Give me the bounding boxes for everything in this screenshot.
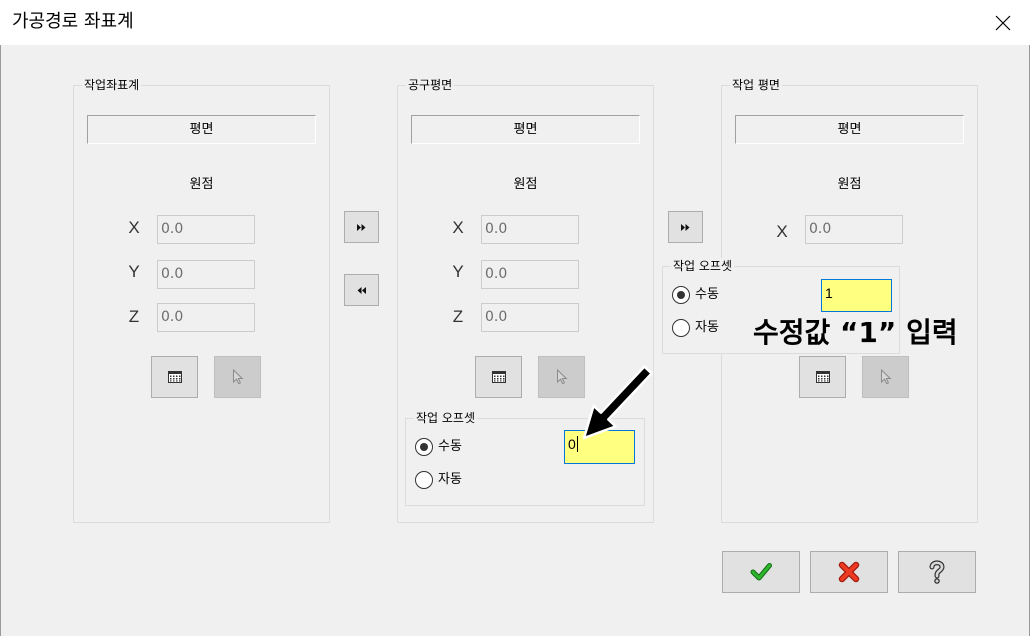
auto-radio-label[interactable]: 자동 bbox=[438, 471, 462, 489]
arrow-pointer-icon bbox=[582, 365, 653, 440]
origin-y-field[interactable]: 0.0 bbox=[157, 260, 255, 289]
plane-header: 평면 bbox=[735, 115, 964, 144]
work-offset-label: 작업 오프셋 bbox=[671, 258, 735, 274]
help-icon bbox=[929, 560, 945, 584]
y-axis-label: Y bbox=[452, 262, 464, 281]
checkmark-icon bbox=[750, 563, 772, 581]
table-grid-icon bbox=[815, 371, 830, 383]
plane-list-button[interactable] bbox=[475, 356, 522, 398]
pointer-icon bbox=[556, 369, 568, 385]
work-coordinate-system-group: 작업좌표계 평면 원점 X 0.0 Y 0.0 Z 0.0 bbox=[73, 77, 330, 523]
manual-radio[interactable] bbox=[672, 286, 690, 304]
plane-list-button[interactable] bbox=[151, 356, 198, 398]
auto-radio[interactable] bbox=[415, 471, 433, 489]
origin-z-field[interactable]: 0.0 bbox=[157, 303, 255, 332]
x-axis-label: X bbox=[128, 218, 140, 237]
auto-radio[interactable] bbox=[672, 319, 690, 337]
close-icon bbox=[995, 15, 1011, 30]
group-label-work-plane: 작업 평면 bbox=[730, 77, 782, 93]
origin-x-field[interactable]: 0.0 bbox=[805, 215, 903, 244]
tool-plane-group: 공구평면 평면 원점 X 0.0 Y 0.0 Z 0.0 작업 오프셋 수동 자… bbox=[397, 77, 654, 523]
manual-radio-label[interactable]: 수동 bbox=[695, 286, 719, 304]
pick-origin-button[interactable] bbox=[862, 356, 909, 398]
manual-radio-label[interactable]: 수동 bbox=[438, 438, 462, 456]
group-label-tool-plane: 공구평면 bbox=[406, 77, 455, 93]
group-label-work-cs: 작업좌표계 bbox=[82, 77, 142, 93]
work-offset-value: 1 bbox=[825, 285, 833, 301]
origin-x-field[interactable]: 0.0 bbox=[157, 215, 255, 244]
x-axis-label: X bbox=[776, 222, 788, 241]
cancel-button[interactable] bbox=[810, 551, 888, 593]
pointer-icon bbox=[880, 369, 892, 385]
rewind-icon bbox=[357, 286, 366, 294]
close-button[interactable] bbox=[980, 0, 1026, 45]
origin-label: 원점 bbox=[837, 177, 862, 192]
origin-label: 원점 bbox=[189, 177, 214, 192]
table-grid-icon bbox=[167, 371, 182, 383]
copy-to-work-cs-button[interactable] bbox=[344, 274, 379, 306]
table-grid-icon bbox=[491, 371, 506, 383]
origin-label: 원점 bbox=[513, 177, 538, 192]
fast-forward-icon bbox=[357, 223, 366, 231]
origin-z-field[interactable]: 0.0 bbox=[481, 303, 579, 332]
work-offset-label: 작업 오프셋 bbox=[414, 410, 478, 426]
pick-origin-button[interactable] bbox=[214, 356, 261, 398]
plane-header: 평면 bbox=[411, 115, 640, 144]
auto-radio-label[interactable]: 자동 bbox=[695, 319, 719, 337]
manual-radio[interactable] bbox=[415, 438, 433, 456]
plane-list-button[interactable] bbox=[799, 356, 846, 398]
z-axis-label: Z bbox=[452, 307, 464, 326]
plane-header: 평면 bbox=[87, 115, 316, 144]
z-axis-label: Z bbox=[128, 307, 140, 326]
cancel-icon bbox=[838, 561, 860, 583]
copy-to-tool-plane-button[interactable] bbox=[344, 211, 379, 243]
y-axis-label: Y bbox=[128, 262, 140, 281]
copy-to-work-plane-button[interactable] bbox=[668, 211, 703, 243]
work-offset-input[interactable]: 1 bbox=[821, 279, 892, 312]
title-bar: 가공경로 좌표계 bbox=[0, 0, 1030, 45]
window-title: 가공경로 좌표계 bbox=[12, 11, 134, 32]
pointer-icon bbox=[232, 369, 244, 385]
fast-forward-icon bbox=[681, 223, 690, 231]
ok-button[interactable] bbox=[722, 551, 800, 593]
annotation-text: 수정값 “1” 입력 bbox=[753, 316, 958, 349]
x-axis-label: X bbox=[452, 218, 464, 237]
help-button[interactable] bbox=[898, 551, 976, 593]
origin-x-field[interactable]: 0.0 bbox=[481, 215, 579, 244]
origin-y-field[interactable]: 0.0 bbox=[481, 260, 579, 289]
